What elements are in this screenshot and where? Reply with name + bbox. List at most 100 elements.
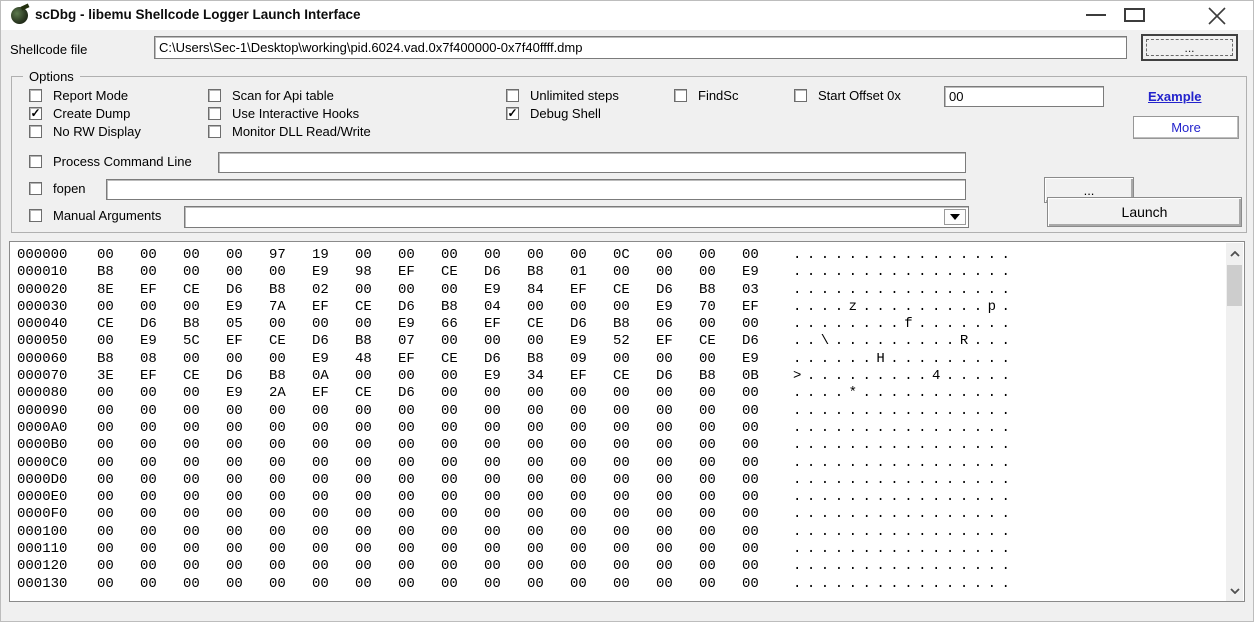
shellcode-file-label: Shellcode file (10, 42, 87, 57)
scan-api-table-label: Scan for Api table (232, 88, 334, 103)
hex-dump-view[interactable]: 000000 0000000097190000000000000C000000..… (9, 241, 1245, 602)
hex-ascii: ................ (793, 282, 1015, 299)
fopen-input[interactable] (106, 179, 966, 200)
hex-bytes: 00000000000000000000000000000000 (97, 524, 785, 541)
hex-offset: 000000 (17, 247, 67, 264)
manual-arguments-label: Manual Arguments (53, 208, 161, 223)
close-icon (1204, 5, 1230, 27)
hex-ascii: ....*........... (793, 385, 1015, 402)
hex-offset: 000100 (17, 524, 67, 541)
hex-offset: 000060 (17, 351, 67, 368)
hex-bytes: 0000000097190000000000000C000000 (97, 247, 785, 264)
hex-offset: 000070 (17, 368, 67, 385)
hex-offset: 0000A0 (17, 420, 67, 437)
hex-bytes: 00000000000000000000000000000000 (97, 506, 785, 523)
process-command-line-label: Process Command Line (53, 154, 192, 169)
create-dump-label: Create Dump (53, 106, 130, 121)
fopen-browse-button-label: ... (1084, 183, 1095, 198)
start-offset-checkbox[interactable] (794, 89, 807, 102)
hex-row: 0000000000000097190000000000000C000000..… (10, 247, 1226, 264)
hex-offset: 000080 (17, 385, 67, 402)
hex-bytes: 00000000000000000000000000000000 (97, 576, 785, 593)
process-command-line-checkbox[interactable] (29, 155, 42, 168)
combo-dropdown-button[interactable] (944, 209, 966, 225)
monitor-dll-checkbox[interactable] (208, 125, 221, 138)
hex-row: 000040CED6B805000000E966EFCED6B8060000..… (10, 316, 1226, 333)
start-offset-label: Start Offset 0x (818, 88, 901, 103)
monitor-dll-label: Monitor DLL Read/Write (232, 124, 371, 139)
hex-bytes: 3EEFCED6B80A000000E934EFCED6B80B (97, 368, 785, 385)
hex-ascii: ..\.........R... (793, 333, 1015, 350)
hex-ascii: ................ (793, 437, 1015, 454)
hex-ascii: ................ (793, 420, 1015, 437)
options-group-label: Options (23, 69, 80, 84)
vertical-scrollbar[interactable] (1226, 243, 1243, 601)
title-bar[interactable]: scDbg - libemu Shellcode Logger Launch I… (1, 1, 1253, 30)
hex-offset: 000020 (17, 282, 67, 299)
hex-bytes: 00E95CEFCED6B807000000E952EFCED6 (97, 333, 785, 350)
hex-bytes: 00000000000000000000000000000000 (97, 420, 785, 437)
no-rw-display-checkbox[interactable] (29, 125, 42, 138)
scroll-up-button[interactable] (1226, 245, 1243, 262)
debug-shell-checkbox[interactable]: ✓ (506, 107, 519, 120)
interactive-hooks-checkbox-row: Use Interactive Hooks (208, 106, 359, 121)
chevron-down-icon (950, 214, 960, 225)
hex-offset: 000110 (17, 541, 67, 558)
monitor-dll-checkbox-row: Monitor DLL Read/Write (208, 124, 371, 139)
launch-button[interactable]: Launch (1047, 197, 1242, 227)
hex-bytes: 000000E97AEFCED6B804000000E970EF (97, 299, 785, 316)
start-offset-checkbox-row: Start Offset 0x (794, 88, 901, 103)
launch-button-label: Launch (1122, 204, 1168, 220)
app-icon (11, 7, 28, 24)
hex-ascii: ........f....... (793, 316, 1015, 333)
unlimited-steps-checkbox-row: Unlimited steps (506, 88, 619, 103)
hex-bytes: 00000000000000000000000000000000 (97, 541, 785, 558)
browse-button[interactable]: ... (1141, 34, 1238, 61)
hex-row: 0000B000000000000000000000000000000000..… (10, 437, 1226, 454)
hex-bytes: CED6B805000000E966EFCED6B8060000 (97, 316, 785, 333)
manual-arguments-checkbox[interactable] (29, 209, 42, 222)
hex-row: 00013000000000000000000000000000000000..… (10, 576, 1226, 593)
hex-offset: 0000C0 (17, 455, 67, 472)
hex-ascii: ................ (793, 472, 1015, 489)
manual-arguments-combo[interactable] (184, 206, 969, 228)
hex-ascii: ....z.........p. (793, 299, 1015, 316)
hex-row: 000010B800000000E998EFCED6B801000000E9..… (10, 264, 1226, 281)
maximize-button[interactable] (1124, 8, 1145, 22)
hex-bytes: 00000000000000000000000000000000 (97, 558, 785, 575)
hex-row: 0000A0 00000000000000000000000000000000..… (10, 420, 1226, 437)
hex-ascii: ................ (793, 576, 1015, 593)
hex-offset: 0000B0 (17, 437, 67, 454)
more-button[interactable]: More (1133, 116, 1239, 139)
findsc-checkbox[interactable] (674, 89, 687, 102)
hex-ascii: >.........4..... (793, 368, 1015, 385)
hex-bytes: 00000000000000000000000000000000 (97, 489, 785, 506)
unlimited-steps-checkbox[interactable] (506, 89, 519, 102)
create-dump-checkbox[interactable]: ✓ (29, 107, 42, 120)
start-offset-input[interactable] (944, 86, 1104, 107)
close-button[interactable] (1204, 5, 1230, 27)
fopen-checkbox[interactable] (29, 182, 42, 195)
hex-offset: 0000F0 (17, 506, 67, 523)
hex-offset: 000090 (17, 403, 67, 420)
scan-api-table-checkbox-row: Scan for Api table (208, 88, 334, 103)
report-mode-checkbox[interactable] (29, 89, 42, 102)
findsc-checkbox-row: FindSc (674, 88, 738, 103)
scroll-down-button[interactable] (1226, 582, 1243, 599)
hex-row: 000060B808000000E948EFCED6B809000000E9..… (10, 351, 1226, 368)
report-mode-label: Report Mode (53, 88, 128, 103)
unlimited-steps-label: Unlimited steps (530, 88, 619, 103)
hex-row: 0000D000000000000000000000000000000000..… (10, 472, 1226, 489)
hex-offset: 0000E0 (17, 489, 67, 506)
interactive-hooks-checkbox[interactable] (208, 107, 221, 120)
hex-bytes: 00000000000000000000000000000000 (97, 472, 785, 489)
example-link[interactable]: Example (1148, 89, 1201, 104)
process-command-line-input[interactable] (218, 152, 966, 173)
hex-bytes: 8EEFCED6B802000000E984EFCED6B803 (97, 282, 785, 299)
minimize-button[interactable] (1086, 14, 1106, 16)
hex-bytes: B800000000E998EFCED6B801000000E9 (97, 264, 785, 281)
hex-ascii: ................ (793, 403, 1015, 420)
shellcode-file-input[interactable] (154, 36, 1127, 59)
scrollbar-thumb[interactable] (1227, 265, 1242, 306)
scan-api-table-checkbox[interactable] (208, 89, 221, 102)
